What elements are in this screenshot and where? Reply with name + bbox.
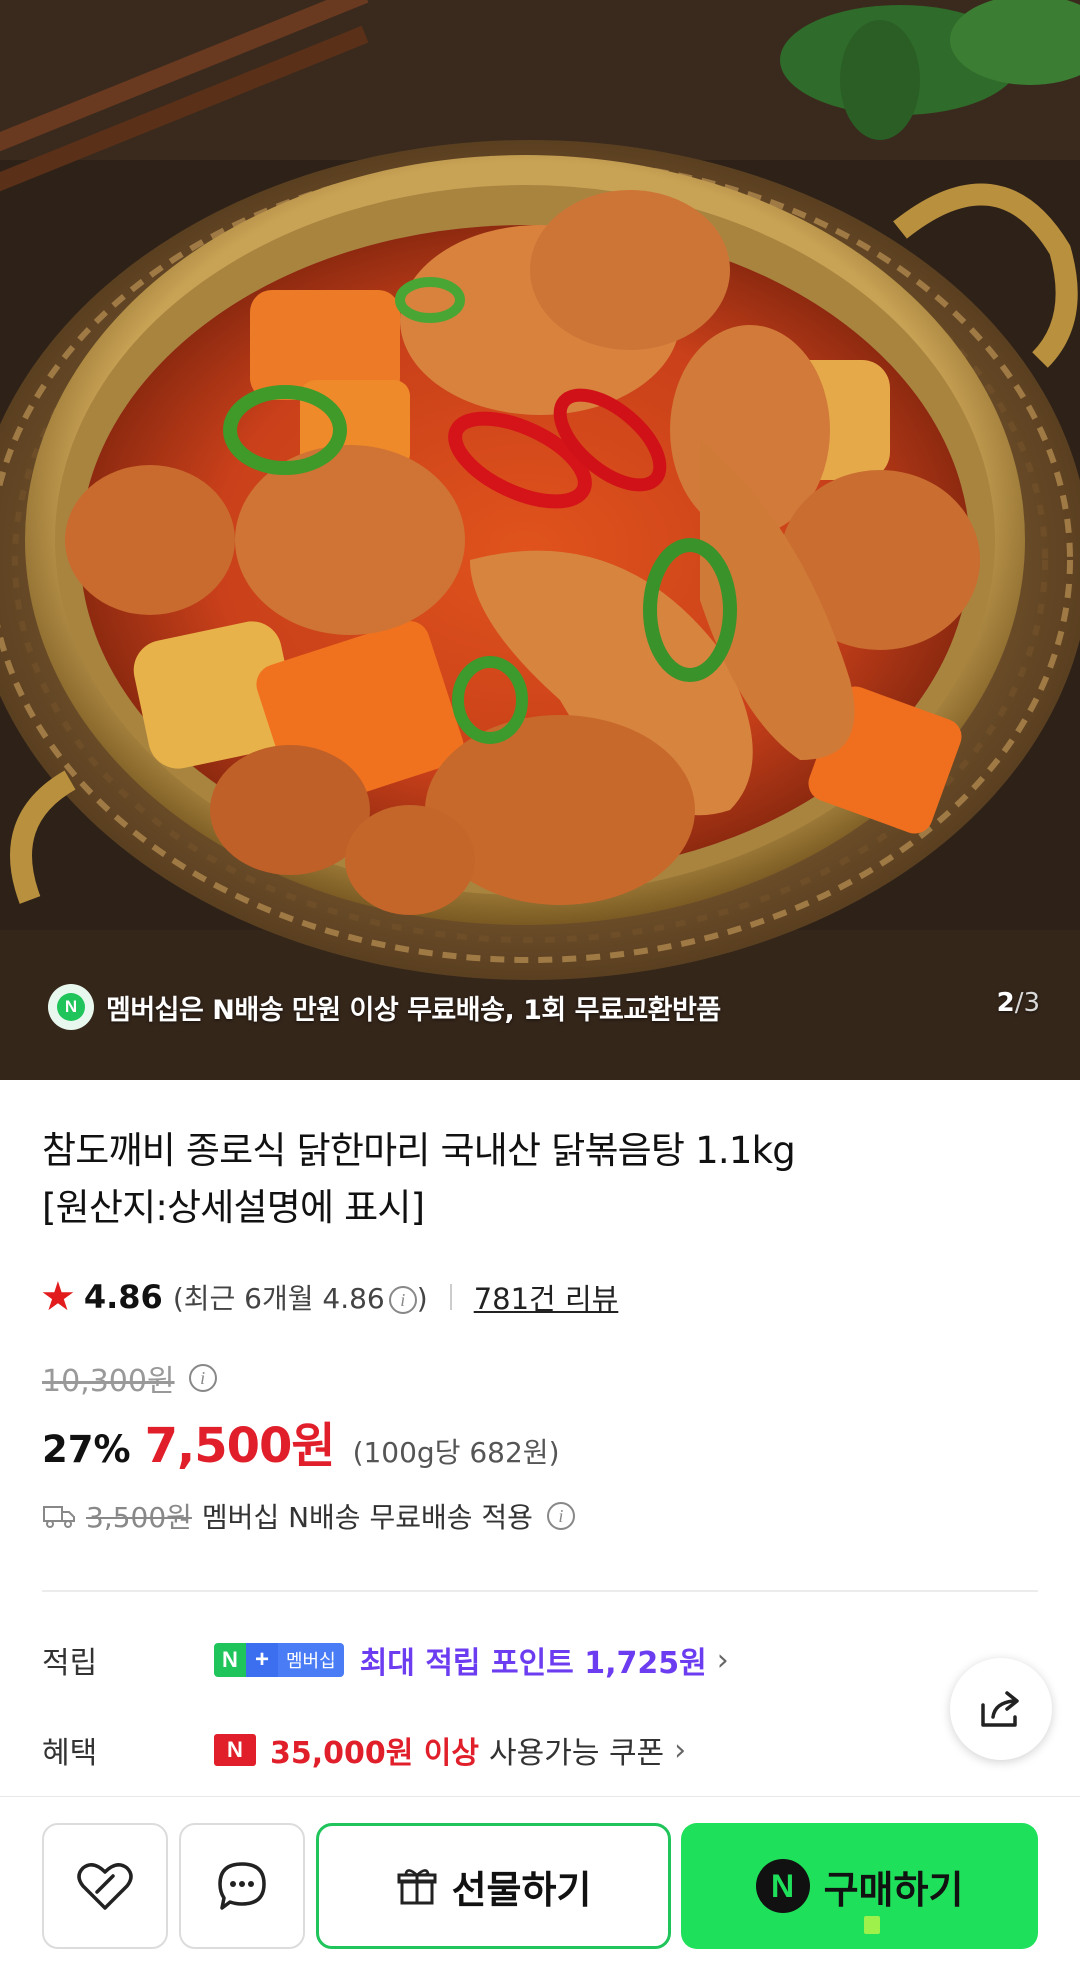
product-title-line1: 참도깨비 종로식 닭한마리 국내산 닭볶음탕 1.1kg bbox=[42, 1129, 796, 1172]
shipping-row: 3,500원 멤버십 N배송 무료배송 적용 i bbox=[42, 1496, 575, 1536]
product-title-line2: [원산지:상세설명에 표시] bbox=[42, 1186, 425, 1229]
gift-button[interactable]: 선물하기 bbox=[316, 1823, 671, 1949]
points-text: 최대 적립 포인트 1,725원 bbox=[359, 1646, 707, 1681]
sale-price: 7,500원 bbox=[144, 1418, 336, 1474]
points-row[interactable]: 적립 N + 멤버십 최대 적립 포인트 1,725원 › bbox=[42, 1638, 729, 1682]
heart-icon bbox=[77, 1863, 133, 1910]
gift-icon bbox=[397, 1869, 437, 1905]
gift-button-label: 선물하기 bbox=[451, 1867, 592, 1912]
original-price: 10,300원 i bbox=[42, 1356, 217, 1400]
chat-icon bbox=[218, 1862, 266, 1910]
share-button[interactable] bbox=[950, 1658, 1052, 1760]
original-price-value: 10,300원 bbox=[42, 1364, 175, 1399]
unit-price: (100g당 682원) bbox=[352, 1436, 560, 1469]
rating-row: ★ 4.86 (최근 6개월 4.86 i) 781건 리뷰 bbox=[40, 1276, 618, 1318]
info-icon[interactable]: i bbox=[388, 1286, 417, 1314]
bottom-action-bar: 선물하기 N 구매하기 bbox=[0, 1796, 1080, 1977]
membership-banner-text: 멤버십은 N배송 만원 이상 무료배송, 1회 무료교환반품 bbox=[106, 994, 721, 1026]
buy-indicator-dot bbox=[864, 1916, 880, 1934]
points-label: 적립 bbox=[42, 1646, 98, 1681]
chevron-right-icon: › bbox=[716, 1642, 729, 1678]
chevron-right-icon: › bbox=[674, 1732, 687, 1768]
coupon-row[interactable]: 혜택 N 35,000원 이상 사용가능 쿠폰 › bbox=[42, 1728, 686, 1772]
section-divider bbox=[42, 1590, 1038, 1592]
product-title: 참도깨비 종로식 닭한마리 국내산 닭볶음탕 1.1kg [원산지:상세설명에 … bbox=[42, 1122, 1002, 1236]
rating-value: 4.86 bbox=[83, 1278, 163, 1316]
share-icon bbox=[981, 1691, 1019, 1727]
shipping-info-icon[interactable]: i bbox=[546, 1502, 575, 1530]
star-icon: ★ bbox=[40, 1274, 76, 1320]
coupon-label: 혜택 bbox=[42, 1736, 98, 1771]
shipping-original-fee: 3,500원 bbox=[86, 1501, 192, 1534]
price-info-icon[interactable]: i bbox=[188, 1364, 217, 1392]
discount-rate: 27% bbox=[42, 1428, 131, 1471]
recent-rating: (최근 6개월 4.86 i) bbox=[172, 1282, 428, 1315]
coupon-text: 사용가능 쿠폰 bbox=[489, 1736, 665, 1771]
naver-n-icon: N bbox=[48, 984, 94, 1030]
wishlist-button[interactable] bbox=[42, 1823, 168, 1949]
naver-n-icon: N bbox=[755, 1859, 810, 1913]
price-row: 27% 7,500원 (100g당 682원) bbox=[42, 1406, 560, 1476]
naver-n-coupon-icon: N bbox=[214, 1734, 256, 1766]
buy-button-label: 구매하기 bbox=[823, 1867, 964, 1912]
chat-button[interactable] bbox=[179, 1823, 305, 1949]
membership-banner[interactable]: N 멤버십은 N배송 만원 이상 무료배송, 1회 무료교환반품 bbox=[48, 982, 721, 1032]
product-image[interactable]: N 멤버십은 N배송 만원 이상 무료배송, 1회 무료교환반품 2/3 bbox=[0, 0, 1080, 1080]
review-count-link[interactable]: 781건 리뷰 bbox=[474, 1276, 619, 1318]
truck-icon bbox=[43, 1506, 75, 1528]
coupon-amount: 35,000원 이상 bbox=[270, 1736, 480, 1771]
divider bbox=[449, 1284, 452, 1310]
image-page-indicator: 2/3 bbox=[996, 988, 1040, 1018]
nplus-membership-badge: N + 멤버십 bbox=[214, 1643, 344, 1677]
stew-illustration bbox=[0, 0, 1080, 1080]
buy-button[interactable]: N 구매하기 bbox=[681, 1823, 1038, 1949]
shipping-text: 멤버십 N배송 무료배송 적용 bbox=[201, 1501, 533, 1534]
